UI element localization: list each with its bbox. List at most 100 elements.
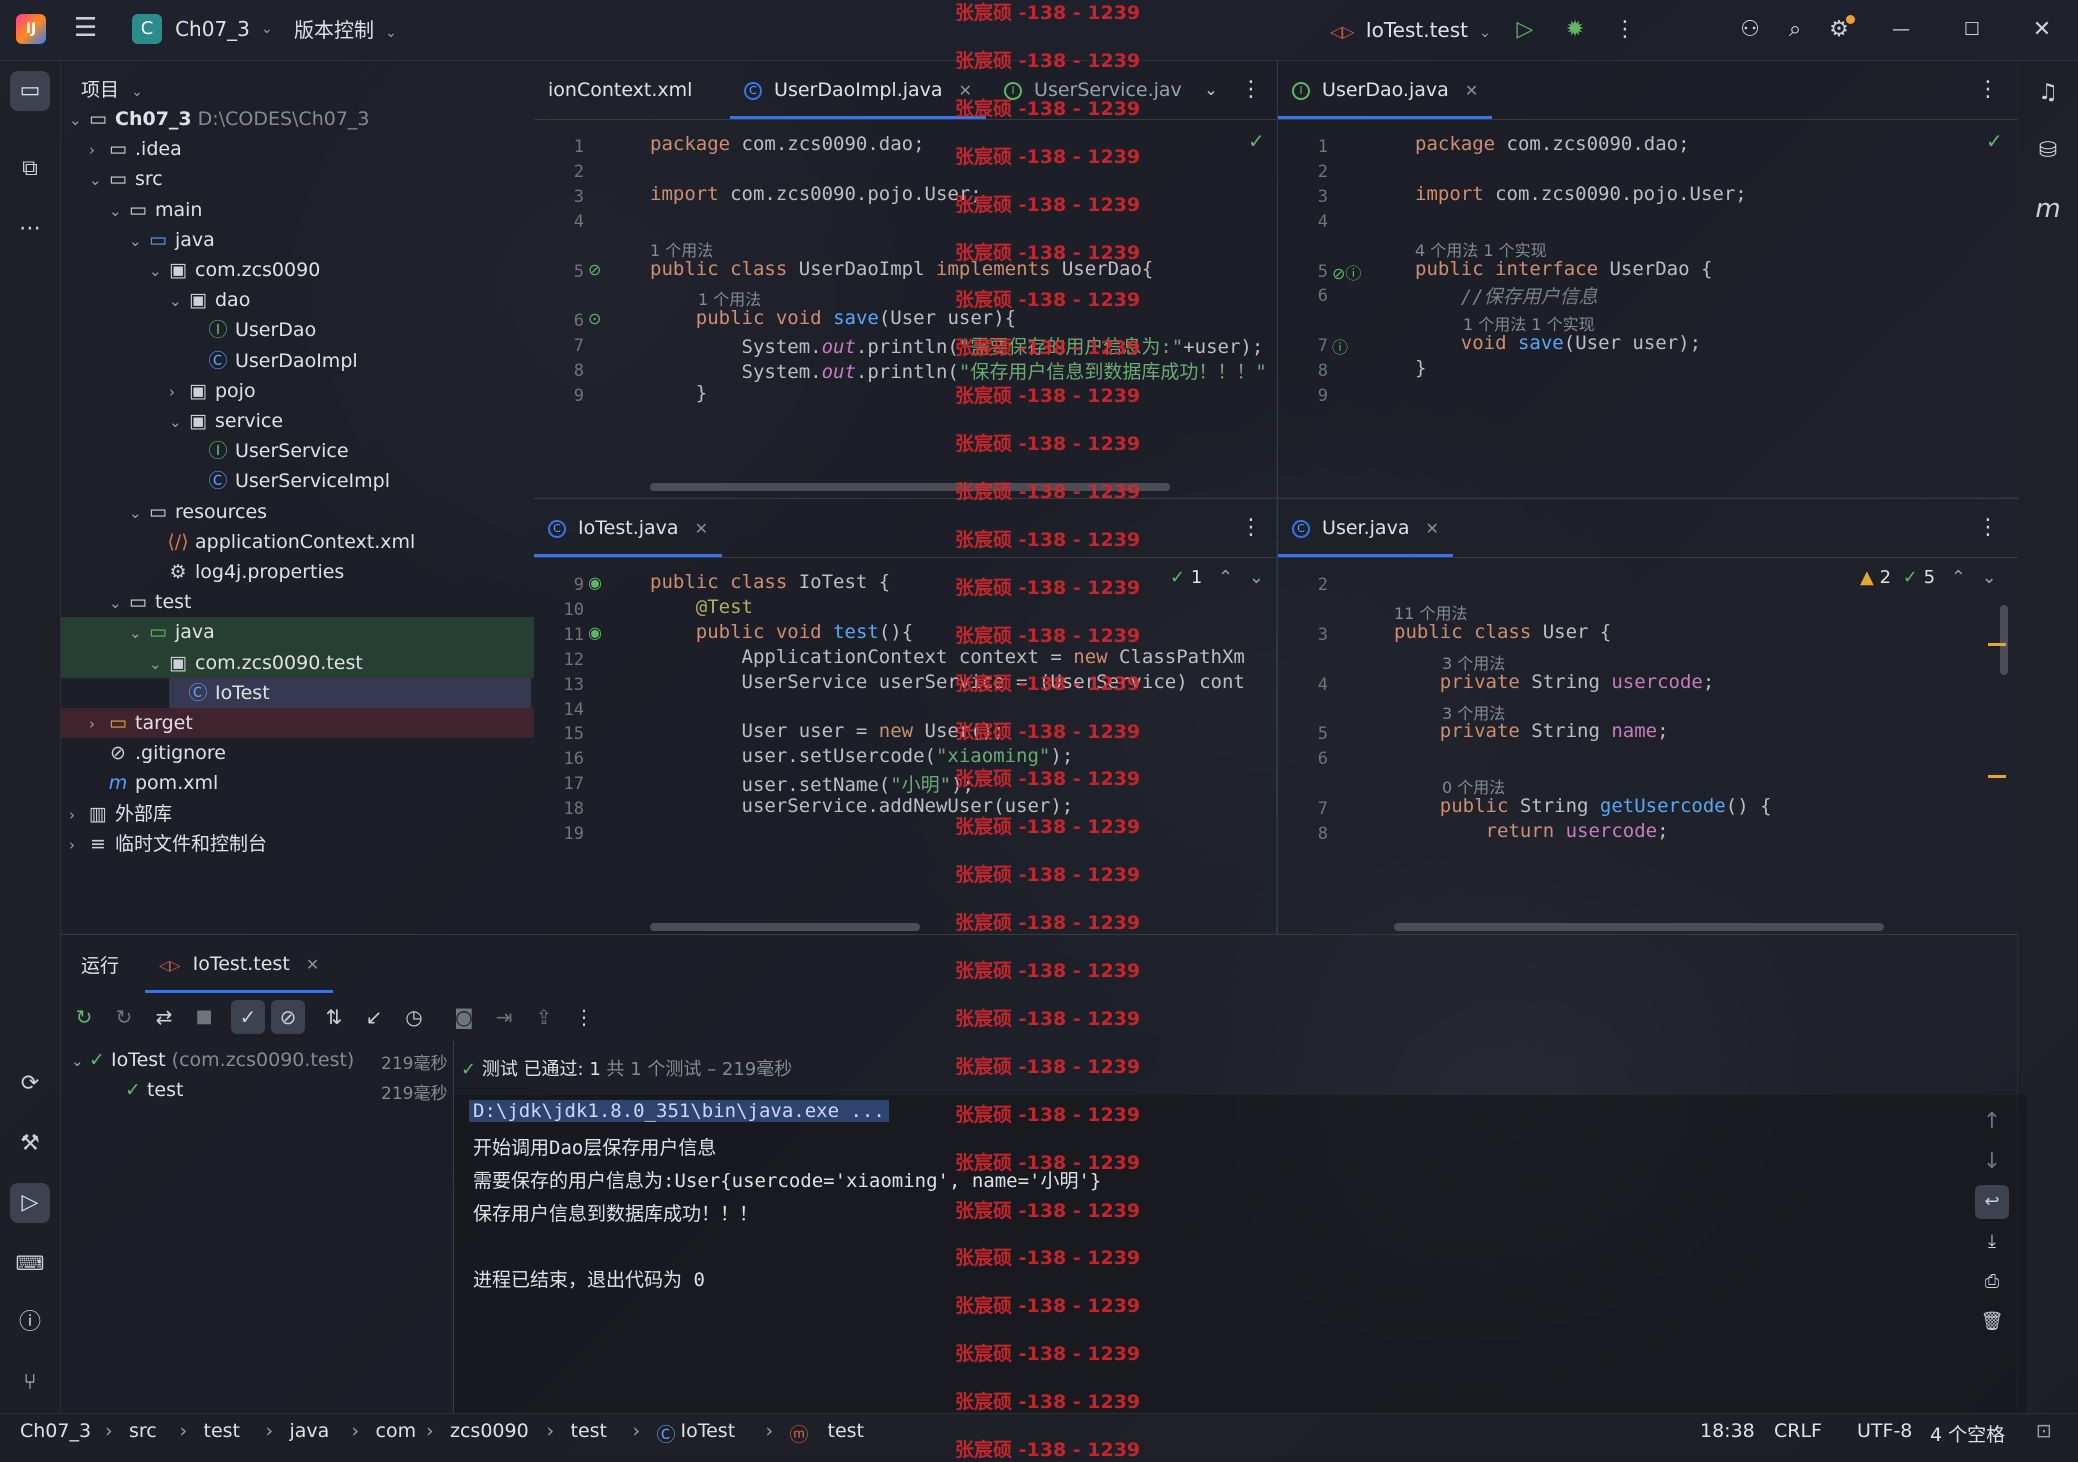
print-icon[interactable]: ⎙	[1975, 1265, 2009, 1299]
maximize-icon[interactable]: ☐	[1955, 13, 1989, 47]
breadcrumb-item[interactable]: java	[290, 1420, 330, 1442]
editor-more-icon[interactable]: ⋮	[1234, 511, 1268, 545]
rerun-failed-icon[interactable]: ↻	[107, 1000, 141, 1034]
show-passed-icon[interactable]: ✓	[231, 1000, 265, 1034]
implements-gutter-icon[interactable]: ⊘	[588, 260, 601, 279]
history-icon[interactable]: ◷	[397, 1000, 431, 1034]
sort-icon[interactable]: ⇅	[317, 1000, 351, 1034]
build-tool-icon[interactable]: ⚒	[10, 1124, 50, 1164]
minimize-icon[interactable]: —	[1884, 13, 1918, 47]
close-icon[interactable]: ✕	[1426, 519, 1439, 538]
run-icon[interactable]: ▷	[1508, 13, 1542, 47]
chevron-down-icon[interactable]: ⌄	[149, 649, 167, 679]
tab-list-chevron-icon[interactable]: ⌄	[1194, 73, 1228, 107]
tree-item--gitignore[interactable]: ⊘ .gitignore	[89, 738, 226, 768]
main-menu-icon[interactable]: ☰	[74, 15, 102, 42]
structure-tool-icon[interactable]: ⧉	[10, 149, 50, 189]
tree-item-com-zcs0090[interactable]: ⌄ ▣ com.zcs0090	[149, 255, 320, 285]
run-tool-icon[interactable]: ▷	[10, 1183, 50, 1223]
chevron-down-icon[interactable]: ⌄	[149, 256, 167, 286]
run-test-gutter-icon[interactable]: ◉	[588, 623, 602, 642]
test-tree-row[interactable]: ⌄ ✓ IoTest (com.zcs0090.test)	[71, 1045, 354, 1075]
rerun-icon[interactable]: ↻	[67, 1000, 101, 1034]
run-config-widget[interactable]: ◁▷ IoTest.test ⌄	[1330, 14, 1491, 46]
tree-item-log4j-properties[interactable]: ⚙ log4j.properties	[149, 557, 344, 587]
project-tool-icon[interactable]: ▭	[10, 71, 50, 111]
import-icon[interactable]: ⇥	[487, 1000, 521, 1034]
chevron-down-icon[interactable]: ⌄	[109, 196, 127, 226]
git-tool-icon[interactable]: ⑂	[10, 1363, 50, 1403]
tab-user[interactable]: C User.java ✕	[1278, 499, 1453, 557]
vertical-scrollbar[interactable]	[2000, 605, 2008, 675]
line-separator[interactable]: CRLF	[1774, 1420, 1822, 1442]
tree-item--[interactable]: › ▥ 外部库	[69, 799, 172, 829]
more-actions-icon[interactable]: ⋮	[1608, 13, 1642, 47]
run-test-gutter-icon[interactable]: ◉	[588, 573, 602, 592]
lock-icon[interactable]: ⊡	[2036, 1420, 2052, 1442]
scroll-to-end-icon[interactable]: ⤓	[1975, 1225, 2009, 1259]
breadcrumb-item[interactable]: Ch07_3	[20, 1420, 91, 1442]
vcs-widget[interactable]: 版本控制 ⌄	[294, 14, 397, 46]
chevron-down-icon[interactable]: ⌄	[169, 407, 187, 437]
close-icon[interactable]: ✕	[306, 955, 319, 974]
tree-item--idea[interactable]: › ▭ .idea	[89, 134, 182, 164]
debug-icon[interactable]: ✹	[1558, 13, 1592, 47]
toggle-auto-test-icon[interactable]: ⇄	[147, 1000, 181, 1034]
implementations-gutter-icon[interactable]: ⓘ	[1332, 334, 1348, 358]
database-icon[interactable]: ⛁	[2028, 131, 2068, 171]
tree-item-ch07-3[interactable]: ⌄ ▭ Ch07_3 D:\CODES\Ch07_3	[69, 104, 370, 134]
run-tab[interactable]: ◁▷ IoTest.test ✕	[145, 935, 334, 993]
tree-item-userserviceimpl[interactable]: Ⓒ UserServiceImpl	[189, 466, 390, 496]
notifications-icon[interactable]: ♫	[2028, 73, 2068, 113]
show-ignored-icon[interactable]: ⊘	[271, 1000, 305, 1034]
export-icon[interactable]: ⇪	[527, 1000, 561, 1034]
down-arrow-icon[interactable]: ↓	[1975, 1145, 2009, 1179]
override-gutter-icon[interactable]: ⊙	[588, 309, 601, 328]
editor-more-icon[interactable]: ⋮	[1971, 511, 2005, 545]
tree-item-iotest[interactable]: Ⓒ IoTest	[169, 677, 531, 708]
tree-item-pom-xml[interactable]: m pom.xml	[89, 768, 219, 798]
tree-item-userdao[interactable]: Ⓘ UserDao	[189, 315, 316, 345]
add-user-icon[interactable]: ⚇	[1733, 13, 1767, 47]
implementations-gutter-icon[interactable]: ⊘ⓘ	[1332, 260, 1361, 284]
project-panel-header[interactable]: 项目 ⌄	[81, 75, 143, 102]
chevron-right-icon[interactable]: ›	[69, 830, 87, 860]
breadcrumb-item[interactable]: test	[204, 1420, 241, 1442]
file-encoding[interactable]: UTF-8	[1857, 1420, 1912, 1442]
tree-item-com-zcs0090-test[interactable]: ⌄ ▣ com.zcs0090.test	[149, 648, 363, 678]
chevron-down-icon[interactable]: ⌄	[129, 618, 147, 648]
tree-item-dao[interactable]: ⌄ ▣ dao	[169, 285, 250, 315]
chevron-down-icon[interactable]: ⌄	[109, 588, 127, 618]
tree-item--[interactable]: › ≡ 临时文件和控制台	[69, 829, 267, 859]
services-tool-icon[interactable]: ⟳	[10, 1064, 50, 1104]
close-icon[interactable]: ✕	[1465, 81, 1478, 100]
soft-wrap-icon[interactable]: ↩	[1975, 1185, 2009, 1219]
screenshot-icon[interactable]: ◙	[447, 1000, 481, 1034]
clear-icon[interactable]: 🗑	[1975, 1305, 2009, 1339]
tree-item-userdaoimpl[interactable]: Ⓒ UserDaoImpl	[189, 346, 357, 376]
chevron-right-icon[interactable]: ›	[169, 377, 187, 407]
chevron-right-icon[interactable]: ›	[89, 709, 107, 739]
maven-icon[interactable]: m	[2028, 189, 2068, 229]
tree-item-src[interactable]: ⌄ ▭ src	[89, 164, 163, 194]
tree-item-service[interactable]: ⌄ ▣ service	[169, 406, 283, 436]
tree-item-main[interactable]: ⌄ ▭ main	[109, 195, 202, 225]
indent-setting[interactable]: 4 个空格	[1930, 1420, 2005, 1447]
stop-icon[interactable]: ■	[187, 1000, 221, 1034]
chevron-down-icon[interactable]: ⌄	[69, 105, 87, 135]
horizontal-scrollbar[interactable]	[1394, 923, 1884, 931]
tree-item-resources[interactable]: ⌄ ▭ resources	[129, 497, 267, 527]
tree-item-java[interactable]: ⌄ ▭ java	[129, 225, 215, 255]
more-tools-icon[interactable]: ⋯	[10, 209, 50, 249]
collapse-icon[interactable]: ↙	[357, 1000, 391, 1034]
tab-iotest[interactable]: C IoTest.java ✕	[534, 499, 722, 557]
search-icon[interactable]: ⌕	[1778, 13, 1812, 47]
breadcrumb-item[interactable]: test	[828, 1420, 865, 1442]
test-tree-row[interactable]: ✓ test	[125, 1075, 183, 1105]
terminal-tool-icon[interactable]: ⌨	[10, 1243, 50, 1283]
chevron-right-icon[interactable]: ›	[69, 800, 87, 830]
tree-item-test[interactable]: ⌄ ▭ test	[109, 587, 192, 617]
close-icon[interactable]: ✕	[695, 519, 708, 538]
tree-item-applicationcontext-xml[interactable]: ⟨/⟩ applicationContext.xml	[149, 527, 415, 557]
tree-item-target[interactable]: › ▭ target	[89, 708, 193, 738]
